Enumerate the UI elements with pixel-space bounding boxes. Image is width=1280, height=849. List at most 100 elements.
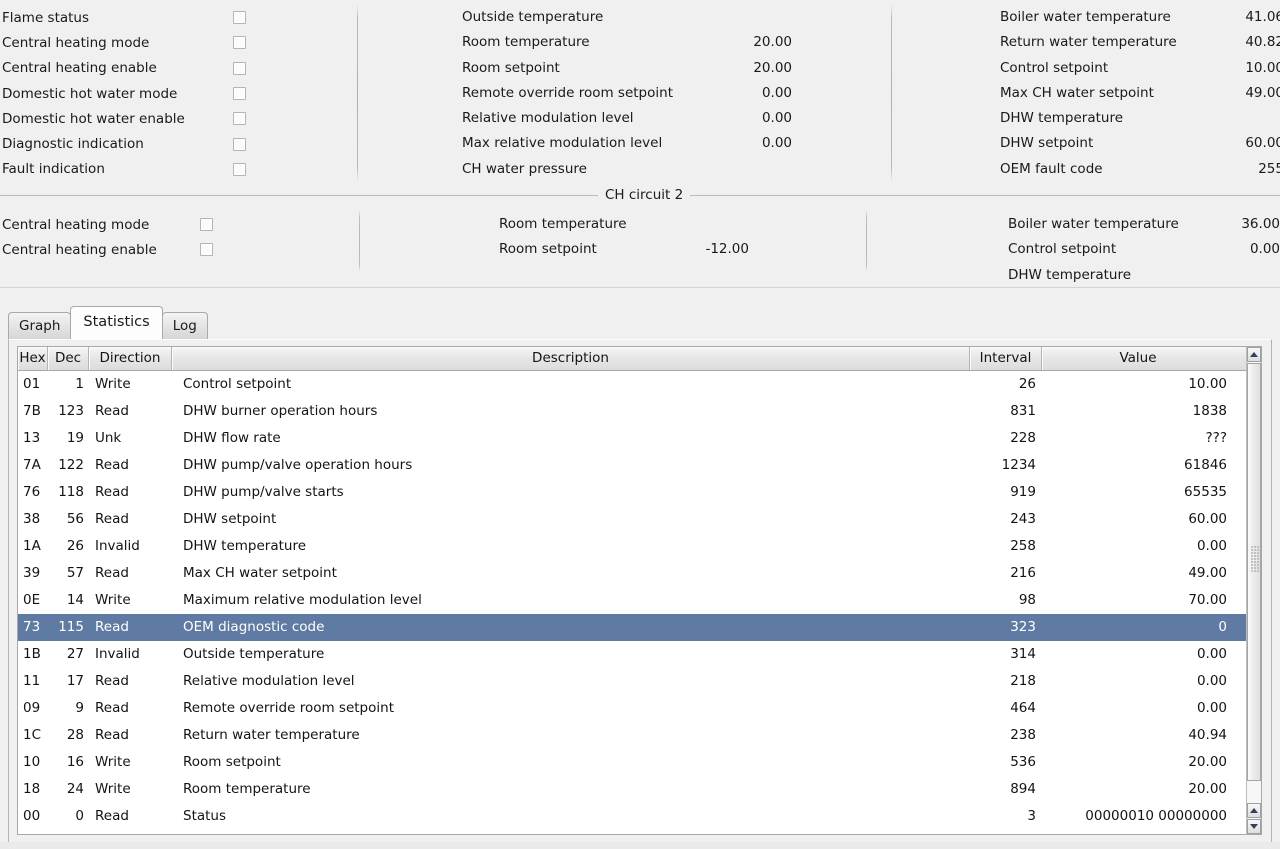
circuit1-boiler-value: 49.00 [1245, 84, 1280, 101]
table-row[interactable]: 10 16 Write Room setpoint 536 20.00 [18, 749, 1261, 776]
table-row[interactable]: 38 56 Read DHW setpoint 243 60.00 [18, 506, 1261, 533]
column-header-description[interactable]: Description [172, 347, 970, 370]
cell-value: 40.94 [1188, 727, 1227, 743]
cell-hex: 0E [23, 592, 41, 608]
chevron-down-icon [1250, 824, 1258, 829]
circuit1-room-row: Room temperature 20.00 [462, 30, 882, 55]
table-row[interactable]: 7B 123 Read DHW burner operation hours 831 18… [18, 398, 1261, 425]
circuit1-flag-row: Central heating enable [0, 56, 350, 81]
table-row[interactable]: 01 1 Write Control setpoint 26 10.00 [18, 371, 1261, 398]
circuit2-room-value: -12.00 [705, 241, 749, 258]
table-row[interactable]: 76 118 Read DHW pump/valve starts 919 65535 [18, 479, 1261, 506]
cell-dec: 24 [66, 781, 84, 797]
table-row[interactable]: 09 9 Read Remote override room setpoint 464 0… [18, 695, 1261, 722]
cell-description: DHW burner operation hours [183, 403, 378, 419]
cell-description: DHW setpoint [183, 511, 277, 527]
scroll-down-button[interactable] [1247, 819, 1261, 834]
circuit1-boiler-row: Boiler water temperature 41.06 [1000, 5, 1280, 30]
circuit1-room-label: Max relative modulation level [462, 135, 663, 152]
cell-value: 0 [1218, 619, 1227, 635]
circuit1-boiler-row: DHW setpoint 60.00 [1000, 131, 1280, 156]
cell-dec: 0 [75, 808, 84, 824]
cell-hex: 10 [23, 754, 41, 770]
circuit1-boiler-label: DHW temperature [1000, 110, 1124, 127]
table-row[interactable]: 00 0 Read Status 3 00000010 00000000 [18, 803, 1261, 830]
statistics-table: Hex Dec Direction Description Interval Value … [17, 346, 1262, 835]
circuit1-flag-checkbox[interactable] [233, 87, 246, 101]
cell-hex: 1C [23, 727, 42, 743]
table-row[interactable]: 13 19 Unk DHW flow rate 228??? [18, 425, 1261, 452]
cell-dec: 16 [66, 754, 84, 770]
table-header-row: Hex Dec Direction Description Interval Value [18, 347, 1261, 371]
circuit1-boiler-row: OEM fault code 255 [1000, 157, 1280, 182]
circuit1-boiler-value: 10.00 [1245, 59, 1280, 76]
tab-graph[interactable]: Graph [8, 312, 72, 339]
cell-direction: Write [95, 376, 131, 392]
circuit1-flag-checkbox[interactable] [233, 11, 246, 25]
cell-direction: Invalid [95, 538, 140, 554]
cell-dec: 26 [66, 538, 84, 554]
cell-hex: 09 [23, 700, 41, 716]
cell-value: 20.00 [1188, 781, 1227, 797]
column-header-value[interactable]: Value [1042, 347, 1234, 370]
circuit1-boiler-row: DHW temperature [1000, 106, 1280, 131]
scrollbar-thumb[interactable] [1247, 363, 1261, 781]
table-vertical-scrollbar[interactable] [1246, 346, 1262, 835]
cell-interval: 238 [1010, 727, 1036, 743]
column-header-dec[interactable]: Dec [48, 347, 89, 370]
scroll-up-button-secondary[interactable] [1247, 803, 1261, 818]
column-header-hex[interactable]: Hex [18, 347, 48, 370]
circuit1-flag-checkbox[interactable] [233, 112, 246, 126]
circuit2-flag-checkbox[interactable] [200, 218, 213, 232]
circuit1-flag-checkbox[interactable] [233, 137, 246, 151]
scrollbar-grip-icon [1251, 546, 1259, 572]
cell-interval: 3 [1027, 808, 1036, 824]
table-row[interactable]: 1C 28 Read Return water temperature 238 40.94 [18, 722, 1261, 749]
cell-hex: 39 [23, 565, 41, 581]
circuit2-room-values: Room temperature Room setpoint -12.00 [499, 212, 859, 263]
cell-dec: 17 [66, 673, 84, 689]
circuit1-flag-row: Domestic hot water enable [0, 106, 350, 131]
cell-interval: 894 [1010, 781, 1036, 797]
circuit1-boiler-label: Max CH water setpoint [1000, 84, 1154, 101]
circuit2-flag-row: Central heating mode [0, 212, 350, 237]
table-row[interactable]: 0E 14 Write Maximum relative modulation lev… [18, 587, 1261, 614]
table-row[interactable]: 11 17 Read Relative modulation level 218 0.00 [18, 668, 1261, 695]
circuit2-boiler-label: Boiler water temperature [1008, 216, 1179, 232]
circuit2-boiler-label: Control setpoint [1008, 241, 1117, 258]
cell-hex: 38 [23, 511, 41, 527]
column-header-interval[interactable]: Interval [970, 347, 1042, 370]
circuit1-room-label: Remote override room setpoint [462, 84, 673, 101]
table-row[interactable]: 1A 26 Invalid DHW temperature 258 0.00 [18, 533, 1261, 560]
cell-hex: 7A [23, 457, 41, 473]
cell-hex: 11 [23, 673, 41, 689]
circuit1-flag-label: Fault indication [2, 161, 105, 178]
circuit1-flag-checkbox[interactable] [233, 61, 246, 75]
circuit1-room-row: Max relative modulation level 0.00 [462, 131, 882, 156]
cell-interval: 1234 [1001, 457, 1036, 473]
table-row[interactable]: 18 24 Write Room temperature 894 20.00 [18, 776, 1261, 803]
circuit1-flag-checkbox[interactable] [233, 36, 246, 50]
table-row[interactable]: 1B 27 Invalid Outside temperature 314 0.00 [18, 641, 1261, 668]
cell-direction: Write [95, 781, 131, 797]
circuit1-flag-row: Central heating mode [0, 30, 350, 55]
scroll-up-button[interactable] [1247, 347, 1261, 362]
circuit1-flag-label: Flame status [2, 9, 90, 26]
tab-statistics[interactable]: Statistics [70, 306, 163, 339]
tab-log[interactable]: Log [161, 312, 208, 339]
circuit1-flag-label: Central heating mode [2, 34, 150, 51]
cell-hex: 73 [23, 619, 41, 635]
cell-dec: 57 [66, 565, 84, 581]
circuit1-flag-checkbox[interactable] [233, 162, 246, 176]
circuit2-flag-checkbox[interactable] [200, 243, 213, 257]
cell-value: 1838 [1192, 403, 1227, 419]
table-row[interactable]: 39 57 Read Max CH water setpoint 216 49.00 [18, 560, 1261, 587]
circuit1-boiler-label: Return water temperature [1000, 34, 1177, 51]
column-header-direction[interactable]: Direction [89, 347, 172, 370]
table-row[interactable]: 73 115 Read OEM diagnostic code 323 0 [18, 614, 1261, 641]
circuit1-panel: Flame status Central heating mode Central … [0, 0, 1280, 186]
circuit1-boiler-row: Control setpoint 10.00 [1000, 56, 1280, 81]
circuit2-boiler-row: DHW temperature [1008, 263, 1280, 288]
circuit1-flag-row: Fault indication [0, 157, 350, 182]
table-row[interactable]: 7A 122 Read DHW pump/valve operation hours 1… [18, 452, 1261, 479]
